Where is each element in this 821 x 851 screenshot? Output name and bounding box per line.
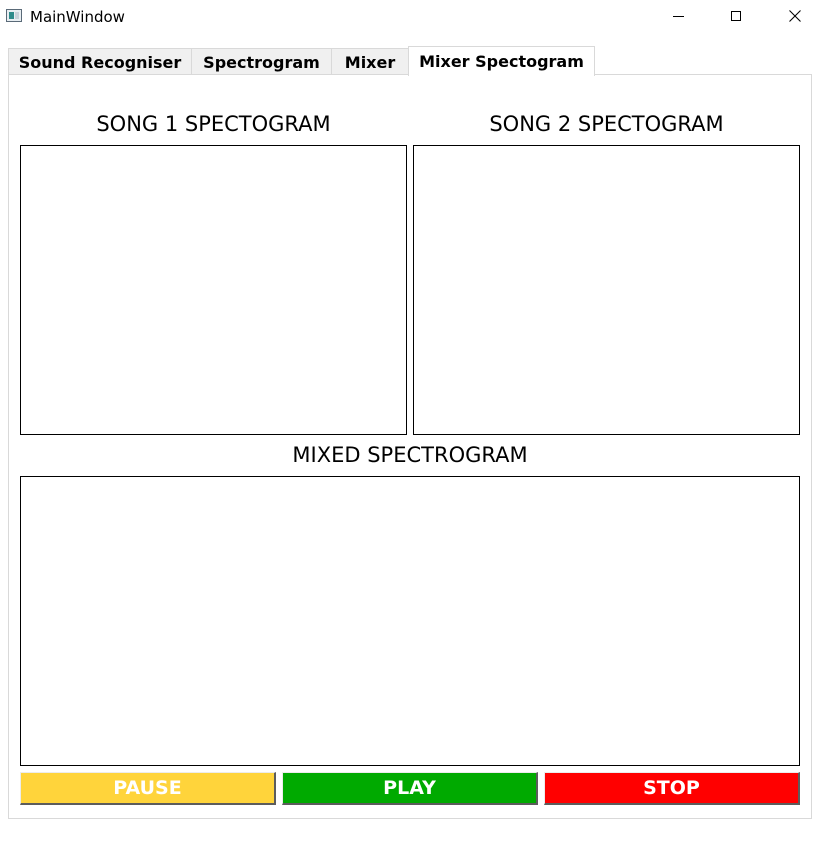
mixed-spectrogram-plot <box>20 476 800 766</box>
minimize-button[interactable] <box>655 0 701 32</box>
tab-spectrogram[interactable]: Spectrogram <box>191 48 332 75</box>
song1-spectogram-heading: SONG 1 SPECTOGRAM <box>96 112 331 136</box>
song2-spectogram-heading: SONG 2 SPECTOGRAM <box>489 112 724 136</box>
song1-spectogram-plot <box>20 145 407 435</box>
mixer-spectogram-panel: SONG 1 SPECTOGRAM SONG 2 SPECTOGRAM MIXE… <box>8 74 812 819</box>
song2-spectogram-plot <box>413 145 800 435</box>
maximize-icon <box>731 11 741 21</box>
minimize-icon <box>672 15 684 17</box>
pause-button[interactable]: PAUSE <box>20 772 276 805</box>
close-button[interactable] <box>772 0 818 32</box>
main-window: MainWindow Sound Recogniser Spectrogram … <box>0 0 821 851</box>
window-title: MainWindow <box>30 8 125 26</box>
stop-button[interactable]: STOP <box>544 772 800 805</box>
maximize-button[interactable] <box>713 0 759 32</box>
tab-mixer[interactable]: Mixer <box>331 48 409 75</box>
tab-mixer-spectogram[interactable]: Mixer Spectogram <box>408 46 595 76</box>
app-icon <box>6 9 22 22</box>
mixed-spectrogram-heading: MIXED SPECTROGRAM <box>292 443 528 467</box>
title-bar: MainWindow <box>0 0 821 32</box>
tab-sound-recogniser[interactable]: Sound Recogniser <box>8 48 192 75</box>
play-button[interactable]: PLAY <box>282 772 538 805</box>
close-icon <box>789 10 801 22</box>
